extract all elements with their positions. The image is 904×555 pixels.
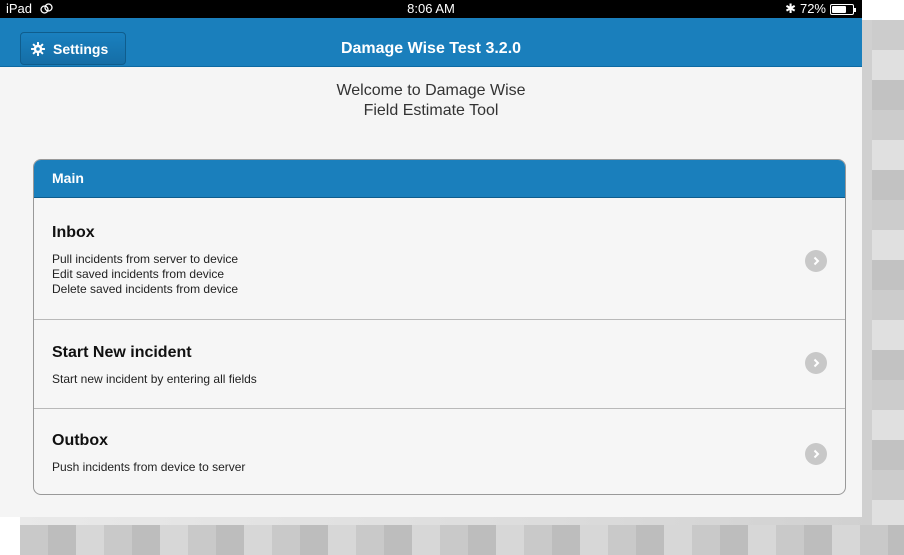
settings-button[interactable]: Settings <box>20 32 126 65</box>
device-label: iPad <box>6 1 33 16</box>
battery-fill <box>832 5 847 13</box>
main-section-header: Main <box>34 160 845 198</box>
outbox-desc: Push incidents from device to server <box>52 460 246 474</box>
welcome-line-2: Field Estimate Tool <box>363 102 499 119</box>
new-incident-desc: Start new incident by entering all field… <box>52 372 257 386</box>
chevron-right-icon[interactable] <box>805 443 827 465</box>
inbox-desc-2: Edit saved incidents from device <box>52 267 225 281</box>
welcome-text: Welcome to Damage Wise Field Estimate To… <box>0 81 862 121</box>
app-screen: iPad 8:06 AM ✱ 72% Damage Wise Test 3.2.… <box>0 0 862 517</box>
app-header: Damage Wise Test 3.2.0 Settings <box>0 18 862 67</box>
menu-item-outbox[interactable]: Outbox Push incidents from device to ser… <box>34 409 845 494</box>
settings-label: Settings <box>53 40 109 57</box>
status-bar: iPad 8:06 AM ✱ 72% <box>0 0 862 18</box>
status-time: 8:06 AM <box>407 1 455 16</box>
inbox-title: Inbox <box>52 224 95 241</box>
app-title: Damage Wise Test 3.2.0 <box>340 40 522 57</box>
gear-icon <box>31 41 45 56</box>
menu-item-start-new-incident[interactable]: Start New incident Start new incident by… <box>34 320 845 409</box>
status-right: ✱ 72% <box>785 0 856 18</box>
main-menu-card: Main Inbox Pull incidents from server to… <box>33 159 846 495</box>
battery-icon <box>830 3 856 15</box>
inbox-desc-1: Pull incidents from server to device <box>52 252 239 266</box>
menu-item-inbox[interactable]: Inbox Pull incidents from server to devi… <box>34 198 845 320</box>
status-left: iPad <box>6 0 53 19</box>
inbox-desc-3: Delete saved incidents from device <box>52 282 239 296</box>
battery-percent: 72% <box>799 1 826 16</box>
new-incident-title: Start New incident <box>52 344 192 361</box>
wifi-icon <box>40 1 53 19</box>
chevron-right-icon[interactable] <box>805 352 827 374</box>
chevron-right-icon[interactable] <box>805 250 827 272</box>
bluetooth-icon: ✱ <box>785 1 796 16</box>
welcome-line-1: Welcome to Damage Wise <box>336 82 526 99</box>
outbox-title: Outbox <box>52 432 108 449</box>
